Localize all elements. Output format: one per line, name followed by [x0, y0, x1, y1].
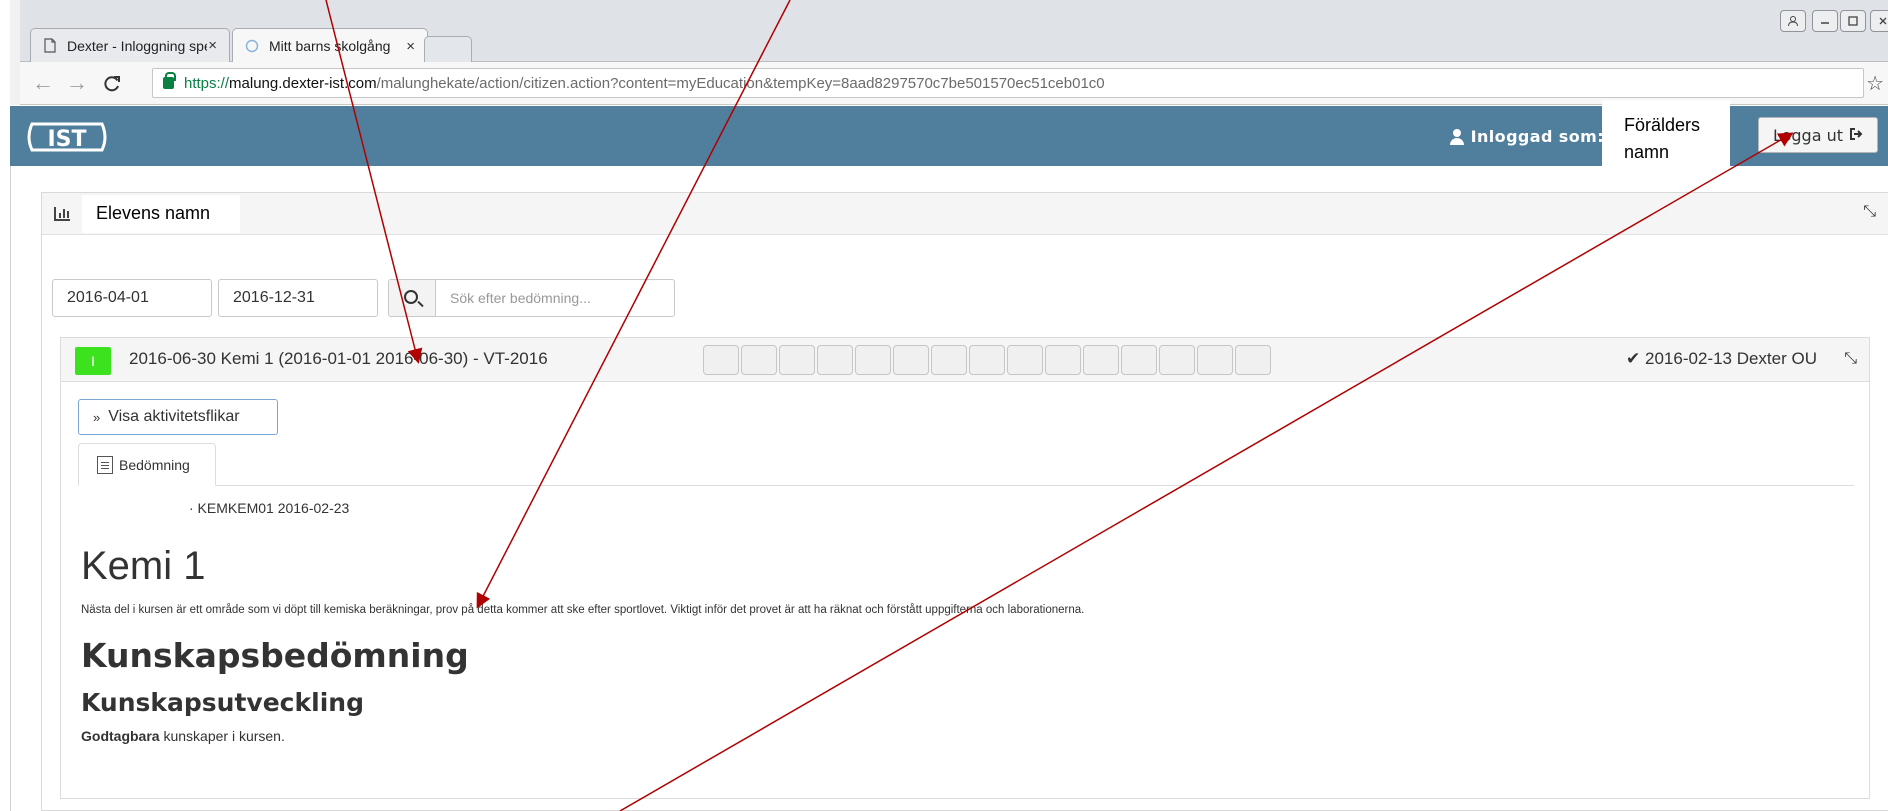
result-rest: kunskaper i kursen.: [159, 728, 285, 744]
loading-icon: [245, 38, 259, 54]
bookmark-star-icon[interactable]: ☆: [1866, 71, 1884, 96]
show-activity-tabs-button[interactable]: » Visa aktivitetsflikar: [78, 399, 278, 435]
grade-badge: I: [75, 347, 111, 375]
search-button[interactable]: [388, 279, 436, 317]
browser-chrome: Dexter - Inloggning spec × Mitt barns sk…: [0, 0, 1888, 105]
tab-bedomning[interactable]: Bedömning: [78, 443, 216, 486]
page-icon: [43, 38, 57, 54]
subsection-title: Kunskapsutveckling: [81, 688, 364, 717]
activity-square[interactable]: [1083, 345, 1119, 375]
new-tab-button[interactable]: [424, 36, 472, 62]
browser-tab-mitt-barns-skolgang[interactable]: Mitt barns skolgång ×: [232, 28, 428, 63]
logout-label: Logga ut: [1772, 125, 1844, 145]
activity-square[interactable]: [1121, 345, 1157, 375]
date-from-input[interactable]: 2016-04-01: [52, 279, 212, 317]
url-scheme: https://: [184, 74, 230, 92]
forward-arrow-icon[interactable]: →: [66, 70, 88, 96]
course-header[interactable]: I 2016-06-30 Kemi 1 (2016-01-01 2016-06-…: [61, 338, 1869, 382]
back-arrow-icon[interactable]: ←: [32, 70, 54, 96]
collapse-icon[interactable]: ⤡: [1863, 203, 1876, 221]
tab-strip: Dexter - Inloggning spec × Mitt barns sk…: [20, 0, 1888, 63]
activity-square[interactable]: [1197, 345, 1233, 375]
activity-square[interactable]: [1045, 345, 1081, 375]
result-bold: Godtagbara: [81, 728, 160, 744]
activity-square[interactable]: [703, 345, 739, 375]
close-tab-icon[interactable]: ×: [406, 38, 415, 55]
activity-square[interactable]: [1235, 345, 1271, 375]
show-activity-label: Visa aktivitetsflikar: [108, 408, 240, 425]
panel-header: Elevens namn ⤡: [42, 193, 1888, 235]
user-icon: [1449, 128, 1465, 145]
search-icon: [404, 290, 418, 304]
activity-square[interactable]: [1159, 345, 1195, 375]
date-to-input[interactable]: 2016-12-31: [218, 279, 378, 317]
tab-label: Bedömning: [119, 456, 190, 473]
section-title: Kunskapsbedömning: [81, 636, 469, 675]
student-panel: Elevens namn ⤡ 2016-04-01 2016-12-31 Sök…: [41, 192, 1888, 811]
activity-square[interactable]: [969, 345, 1005, 375]
tab-divider: [78, 485, 1854, 486]
activity-square[interactable]: [893, 345, 929, 375]
course-heading: Kemi 1: [81, 544, 206, 588]
minimize-icon[interactable]: [1812, 10, 1838, 32]
activity-square[interactable]: [817, 345, 853, 375]
course-title: 2016-06-30 Kemi 1 (2016-01-01 2016-06-30…: [129, 349, 548, 368]
address-bar[interactable]: https://malung.dexter-ist.com/malungheka…: [152, 68, 1864, 98]
document-icon: [97, 455, 113, 474]
collapse-icon[interactable]: ⤡: [1844, 350, 1857, 368]
url-path: /malunghekate/action/citizen.action?cont…: [376, 74, 1105, 92]
browser-toolbar: ← → https://malung.dexter-ist.com/malung…: [20, 62, 1888, 105]
course-description: Nästa del i kursen är ett område som vi …: [81, 604, 1085, 616]
course-card: I 2016-06-30 Kemi 1 (2016-01-01 2016-06-…: [60, 337, 1870, 799]
logo-text: IST: [47, 127, 86, 152]
close-window-icon[interactable]: [1870, 10, 1888, 32]
main-content: Elevens namn ⤡ 2016-04-01 2016-12-31 Sök…: [10, 166, 1888, 811]
parent-name-line1: Förälders: [1624, 115, 1701, 135]
signed-status: ✔ 2016-02-13 Dexter OU: [1626, 349, 1817, 368]
logged-in-text: Inloggad som:: [1470, 127, 1604, 146]
activity-square[interactable]: [741, 345, 777, 375]
activity-squares: [703, 345, 1273, 375]
double-chevron-down-icon: »: [93, 409, 101, 425]
activity-square[interactable]: [855, 345, 891, 375]
logout-icon: [1849, 126, 1863, 145]
ist-logo: IST: [27, 122, 107, 152]
reload-icon[interactable]: [102, 70, 122, 100]
result-text: Godtagbara kunskaper i kursen.: [81, 728, 285, 744]
activity-square[interactable]: [779, 345, 815, 375]
activity-square[interactable]: [931, 345, 967, 375]
logged-in-label: Inloggad som:: [1449, 127, 1604, 146]
browser-tab-dexter-login[interactable]: Dexter - Inloggning spec ×: [30, 28, 230, 62]
parent-name: Förälders namn: [1602, 100, 1730, 170]
maximize-icon[interactable]: [1840, 10, 1866, 32]
browser-tab-title: Dexter - Inloggning spec: [67, 37, 207, 54]
logout-button[interactable]: Logga ut: [1758, 117, 1878, 153]
lock-icon: [163, 72, 176, 89]
student-name: Elevens namn: [82, 195, 240, 233]
bar-chart-icon: [54, 207, 70, 221]
course-code: · KEMKEM01 2016-02-23: [189, 500, 350, 516]
activity-square[interactable]: [1007, 345, 1043, 375]
close-tab-icon[interactable]: ×: [208, 37, 217, 54]
parent-name-line2: namn: [1624, 142, 1670, 162]
url-host: malung.dexter-ist.com: [229, 74, 377, 92]
browser-tab-title: Mitt barns skolgång: [269, 38, 391, 54]
search-input[interactable]: Sök efter bedömning...: [435, 279, 675, 317]
profile-icon[interactable]: [1780, 10, 1806, 32]
